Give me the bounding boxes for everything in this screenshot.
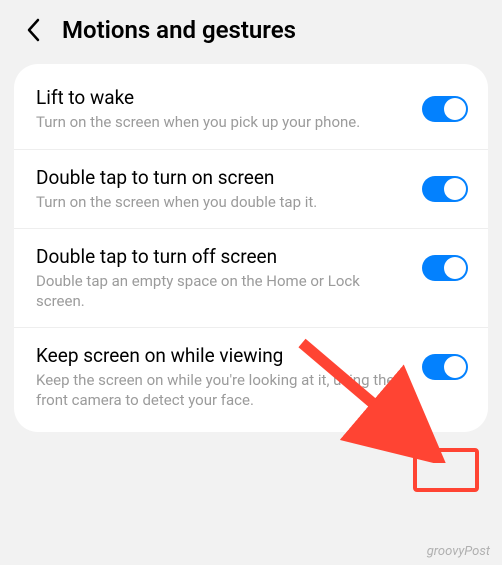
lift-to-wake-toggle[interactable] — [422, 96, 468, 122]
setting-double-tap-off[interactable]: Double tap to turn off screen Double tap… — [14, 229, 488, 328]
annotation-highlight-box — [413, 448, 479, 492]
setting-keep-screen-on[interactable]: Keep screen on while viewing Keep the sc… — [14, 328, 488, 426]
back-icon[interactable] — [20, 16, 48, 44]
setting-description: Turn on the screen when you pick up your… — [36, 113, 402, 133]
double-tap-on-toggle[interactable] — [422, 176, 468, 202]
setting-description: Keep the screen on while you're looking … — [36, 371, 402, 410]
setting-title: Lift to wake — [36, 86, 402, 109]
header: Motions and gestures — [0, 0, 502, 58]
setting-text: Keep screen on while viewing Keep the sc… — [36, 344, 422, 410]
page-title: Motions and gestures — [62, 16, 296, 44]
setting-text: Lift to wake Turn on the screen when you… — [36, 86, 422, 133]
setting-description: Turn on the screen when you double tap i… — [36, 193, 402, 213]
setting-lift-to-wake[interactable]: Lift to wake Turn on the screen when you… — [14, 70, 488, 150]
setting-title: Double tap to turn on screen — [36, 166, 402, 189]
setting-description: Double tap an empty space on the Home or… — [36, 272, 402, 311]
setting-double-tap-on[interactable]: Double tap to turn on screen Turn on the… — [14, 150, 488, 230]
chevron-left-icon — [26, 18, 42, 42]
settings-card: Lift to wake Turn on the screen when you… — [14, 64, 488, 432]
setting-title: Double tap to turn off screen — [36, 245, 402, 268]
double-tap-off-toggle[interactable] — [422, 255, 468, 281]
setting-text: Double tap to turn on screen Turn on the… — [36, 166, 422, 213]
setting-text: Double tap to turn off screen Double tap… — [36, 245, 422, 311]
watermark: groovyPost — [427, 544, 490, 559]
setting-title: Keep screen on while viewing — [36, 344, 402, 367]
keep-screen-on-toggle[interactable] — [422, 354, 468, 380]
